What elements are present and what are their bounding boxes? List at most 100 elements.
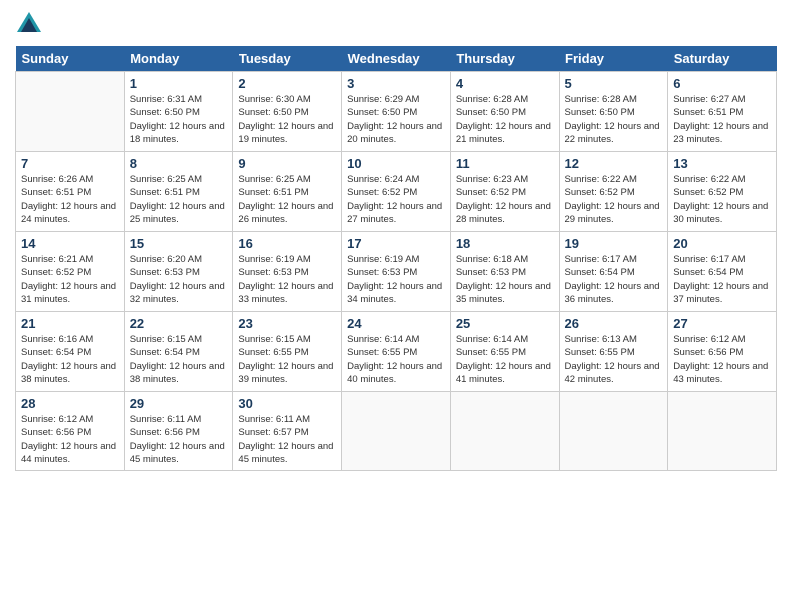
calendar-day-cell: 20 Sunrise: 6:17 AMSunset: 6:54 PMDayligh…: [668, 232, 777, 312]
day-info: Sunrise: 6:27 AMSunset: 6:51 PMDaylight:…: [673, 93, 771, 146]
calendar-day-cell: 21 Sunrise: 6:16 AMSunset: 6:54 PMDayligh…: [16, 312, 125, 392]
day-number: 3: [347, 76, 445, 91]
day-number: 5: [565, 76, 663, 91]
day-number: 17: [347, 236, 445, 251]
calendar-day-cell: 14 Sunrise: 6:21 AMSunset: 6:52 PMDayligh…: [16, 232, 125, 312]
calendar-day-cell: 12Sunrise: 6:22 AMSunset: 6:52 PMDayligh…: [559, 152, 668, 232]
day-info: Sunrise: 6:30 AMSunset: 6:50 PMDaylight:…: [238, 93, 336, 146]
day-number: 8: [130, 156, 228, 171]
calendar-week-row: 21 Sunrise: 6:16 AMSunset: 6:54 PMDayligh…: [16, 312, 777, 392]
day-number: 12: [565, 156, 663, 171]
day-info: Sunrise: 6:31 AMSunset: 6:50 PMDaylight:…: [130, 93, 228, 146]
day-info: Sunrise: 6:19 AMSunset: 6:53 PMDaylight:…: [347, 253, 445, 306]
day-number: 18: [456, 236, 554, 251]
weekday-header: Wednesday: [342, 46, 451, 72]
day-info: Sunrise: 6:15 AMSunset: 6:54 PMDaylight:…: [130, 333, 228, 386]
calendar-week-row: 28Sunrise: 6:12 AMSunset: 6:56 PMDayligh…: [16, 392, 777, 471]
day-info: Sunrise: 6:23 AMSunset: 6:52 PMDaylight:…: [456, 173, 554, 226]
calendar-day-cell: 4Sunrise: 6:28 AMSunset: 6:50 PMDaylight…: [450, 72, 559, 152]
calendar-day-cell: [342, 392, 451, 471]
day-info: Sunrise: 6:25 AMSunset: 6:51 PMDaylight:…: [238, 173, 336, 226]
day-number: 21: [21, 316, 119, 331]
day-number: 16: [238, 236, 336, 251]
calendar-day-cell: [16, 72, 125, 152]
calendar-week-row: 1 Sunrise: 6:31 AMSunset: 6:50 PMDaylight…: [16, 72, 777, 152]
day-info: Sunrise: 6:12 AMSunset: 6:56 PMDaylight:…: [673, 333, 771, 386]
day-info: Sunrise: 6:13 AMSunset: 6:55 PMDaylight:…: [565, 333, 663, 386]
day-number: 14: [21, 236, 119, 251]
day-number: 11: [456, 156, 554, 171]
day-number: 23: [238, 316, 336, 331]
weekday-header: Friday: [559, 46, 668, 72]
calendar-day-cell: 30Sunrise: 6:11 AMSunset: 6:57 PMDayligh…: [233, 392, 342, 471]
day-number: 7: [21, 156, 119, 171]
day-info: Sunrise: 6:11 AMSunset: 6:56 PMDaylight:…: [130, 413, 228, 466]
day-number: 27: [673, 316, 771, 331]
day-number: 24: [347, 316, 445, 331]
day-number: 20: [673, 236, 771, 251]
weekday-header-row: SundayMondayTuesdayWednesdayThursdayFrid…: [16, 46, 777, 72]
calendar-day-cell: 16 Sunrise: 6:19 AMSunset: 6:53 PMDayligh…: [233, 232, 342, 312]
day-info: Sunrise: 6:16 AMSunset: 6:54 PMDaylight:…: [21, 333, 119, 386]
day-number: 2: [238, 76, 336, 91]
day-info: Sunrise: 6:28 AMSunset: 6:50 PMDaylight:…: [456, 93, 554, 146]
weekday-header: Tuesday: [233, 46, 342, 72]
day-number: 19: [565, 236, 663, 251]
day-info: Sunrise: 6:24 AMSunset: 6:52 PMDaylight:…: [347, 173, 445, 226]
weekday-header: Sunday: [16, 46, 125, 72]
calendar-day-cell: [668, 392, 777, 471]
calendar-day-cell: 22Sunrise: 6:15 AMSunset: 6:54 PMDayligh…: [124, 312, 233, 392]
day-info: Sunrise: 6:14 AMSunset: 6:55 PMDaylight:…: [456, 333, 554, 386]
day-number: 25: [456, 316, 554, 331]
day-info: Sunrise: 6:17 AMSunset: 6:54 PMDaylight:…: [673, 253, 771, 306]
calendar-page: SundayMondayTuesdayWednesdayThursdayFrid…: [0, 0, 792, 481]
day-number: 10: [347, 156, 445, 171]
calendar-day-cell: 24 Sunrise: 6:14 AMSunset: 6:55 PMDayligh…: [342, 312, 451, 392]
calendar-day-cell: 10 Sunrise: 6:24 AMSunset: 6:52 PMDayligh…: [342, 152, 451, 232]
calendar-day-cell: 1 Sunrise: 6:31 AMSunset: 6:50 PMDaylight…: [124, 72, 233, 152]
calendar-day-cell: 3 Sunrise: 6:29 AMSunset: 6:50 PMDaylight…: [342, 72, 451, 152]
day-number: 1: [130, 76, 228, 91]
day-info: Sunrise: 6:26 AMSunset: 6:51 PMDaylight:…: [21, 173, 119, 226]
calendar-day-cell: 19 Sunrise: 6:17 AMSunset: 6:54 PMDayligh…: [559, 232, 668, 312]
day-number: 15: [130, 236, 228, 251]
day-info: Sunrise: 6:29 AMSunset: 6:50 PMDaylight:…: [347, 93, 445, 146]
day-info: Sunrise: 6:22 AMSunset: 6:52 PMDaylight:…: [673, 173, 771, 226]
weekday-header: Saturday: [668, 46, 777, 72]
day-number: 6: [673, 76, 771, 91]
calendar-day-cell: 27 Sunrise: 6:12 AMSunset: 6:56 PMDayligh…: [668, 312, 777, 392]
day-number: 26: [565, 316, 663, 331]
logo-icon: [15, 10, 43, 38]
calendar-day-cell: 18Sunrise: 6:18 AMSunset: 6:53 PMDayligh…: [450, 232, 559, 312]
calendar-day-cell: 7 Sunrise: 6:26 AMSunset: 6:51 PMDaylight…: [16, 152, 125, 232]
day-info: Sunrise: 6:14 AMSunset: 6:55 PMDaylight:…: [347, 333, 445, 386]
day-info: Sunrise: 6:19 AMSunset: 6:53 PMDaylight:…: [238, 253, 336, 306]
day-info: Sunrise: 6:15 AMSunset: 6:55 PMDaylight:…: [238, 333, 336, 386]
calendar-day-cell: 25 Sunrise: 6:14 AMSunset: 6:55 PMDayligh…: [450, 312, 559, 392]
day-info: Sunrise: 6:12 AMSunset: 6:56 PMDaylight:…: [21, 413, 119, 466]
calendar-day-cell: 2 Sunrise: 6:30 AMSunset: 6:50 PMDaylight…: [233, 72, 342, 152]
day-number: 30: [238, 396, 336, 411]
day-info: Sunrise: 6:21 AMSunset: 6:52 PMDaylight:…: [21, 253, 119, 306]
calendar-day-cell: 5 Sunrise: 6:28 AMSunset: 6:50 PMDaylight…: [559, 72, 668, 152]
calendar-day-cell: 17 Sunrise: 6:19 AMSunset: 6:53 PMDayligh…: [342, 232, 451, 312]
calendar-day-cell: 9 Sunrise: 6:25 AMSunset: 6:51 PMDaylight…: [233, 152, 342, 232]
day-info: Sunrise: 6:17 AMSunset: 6:54 PMDaylight:…: [565, 253, 663, 306]
calendar-day-cell: 23 Sunrise: 6:15 AMSunset: 6:55 PMDayligh…: [233, 312, 342, 392]
day-info: Sunrise: 6:28 AMSunset: 6:50 PMDaylight:…: [565, 93, 663, 146]
day-info: Sunrise: 6:25 AMSunset: 6:51 PMDaylight:…: [130, 173, 228, 226]
calendar-day-cell: [450, 392, 559, 471]
calendar-day-cell: 15 Sunrise: 6:20 AMSunset: 6:53 PMDayligh…: [124, 232, 233, 312]
calendar-day-cell: 8 Sunrise: 6:25 AMSunset: 6:51 PMDaylight…: [124, 152, 233, 232]
calendar-day-cell: 28Sunrise: 6:12 AMSunset: 6:56 PMDayligh…: [16, 392, 125, 471]
day-number: 9: [238, 156, 336, 171]
day-info: Sunrise: 6:20 AMSunset: 6:53 PMDaylight:…: [130, 253, 228, 306]
calendar-week-row: 7 Sunrise: 6:26 AMSunset: 6:51 PMDaylight…: [16, 152, 777, 232]
calendar-day-cell: 11 Sunrise: 6:23 AMSunset: 6:52 PMDayligh…: [450, 152, 559, 232]
calendar-day-cell: 6 Sunrise: 6:27 AMSunset: 6:51 PMDaylight…: [668, 72, 777, 152]
weekday-header: Thursday: [450, 46, 559, 72]
calendar-week-row: 14 Sunrise: 6:21 AMSunset: 6:52 PMDayligh…: [16, 232, 777, 312]
calendar-day-cell: 26 Sunrise: 6:13 AMSunset: 6:55 PMDayligh…: [559, 312, 668, 392]
calendar-day-cell: [559, 392, 668, 471]
day-number: 13: [673, 156, 771, 171]
